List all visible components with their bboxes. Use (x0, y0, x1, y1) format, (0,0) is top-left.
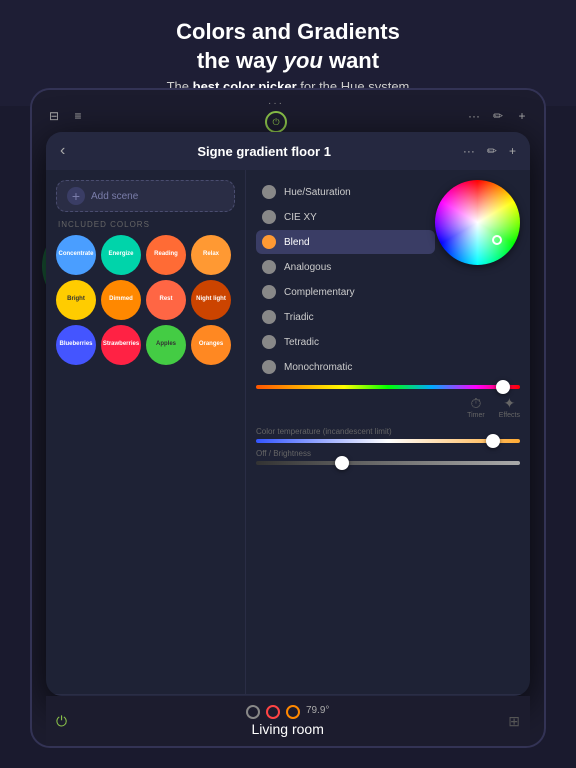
modal-header: ‹ Signe gradient floor 1 ··· ✏ + (46, 132, 530, 170)
brightness-label: Off / Brightness (256, 449, 520, 458)
color-temp-slider[interactable] (256, 439, 520, 443)
room-name[interactable]: Living room (251, 721, 323, 737)
bottom-center: 79.9° Living room (246, 705, 329, 737)
title-you: you (284, 48, 323, 73)
included-colors-label: INCLUDED COLORS (58, 220, 235, 229)
device-frame: ⊟ ≡ ··· ⏻ ··· ✏ + 💡 Hue Iris 1 🕯 Hue col… (30, 88, 546, 748)
mode-dot-analogous (262, 260, 276, 274)
title-colors: Colors (176, 19, 246, 44)
swatch-strawberries[interactable]: Strawberries (101, 325, 141, 365)
timer-tab[interactable]: ⏱ Timer (467, 395, 485, 419)
topbar-more-icon[interactable]: ··· (466, 108, 482, 124)
modal-add-icon[interactable]: + (509, 144, 516, 158)
swatch-blueberries[interactable]: Blueberries (56, 325, 96, 365)
swatch-energize[interactable]: Energize (101, 235, 141, 275)
power-button-top[interactable]: ⏻ (265, 111, 287, 133)
swatch-rest[interactable]: Rest (146, 280, 186, 320)
swatch-reading[interactable]: Reading (146, 235, 186, 275)
swatch-nightlight[interactable]: Night light (191, 280, 231, 320)
brightness-slider[interactable] (256, 461, 520, 465)
brightness-thumb[interactable] (335, 456, 349, 470)
right-panel: Hue/Saturation CIE XY Blend Analogo (246, 170, 530, 694)
title-want: want (323, 48, 379, 73)
mode-dot-blend (262, 235, 276, 249)
topbar-right: ··· ✏ + (466, 108, 530, 124)
device-bottom-bar: ⏻ 79.9° Living room ⊞ (46, 696, 530, 746)
color-gradient-thumb[interactable] (496, 380, 510, 394)
modal-edit-icon[interactable]: ✏ (487, 144, 497, 158)
modal-title: Signe gradient floor 1 (197, 144, 331, 159)
scene-modal: ‹ Signe gradient floor 1 ··· ✏ + + Add s… (46, 132, 530, 696)
mode-label-mono: Monochromatic (284, 362, 352, 373)
mode-dot-mono (262, 360, 276, 374)
modal-body: + Add scene INCLUDED COLORS Concentrate … (46, 170, 530, 694)
bottom-power-icon[interactable]: ⏻ (56, 713, 67, 730)
mode-blend[interactable]: Blend (256, 230, 435, 254)
topbar-center: ··· ⏻ (265, 98, 287, 133)
mode-dot-cie (262, 210, 276, 224)
room-circle-1 (246, 705, 260, 719)
swatch-relax[interactable]: Relax (191, 235, 231, 275)
swatch-bright[interactable]: Bright (56, 280, 96, 320)
mode-label-tetradic: Tetradic (284, 337, 319, 348)
mode-triadic[interactable]: Triadic (256, 305, 435, 329)
mode-monochromatic[interactable]: Monochromatic (256, 355, 435, 379)
color-temp-thumb[interactable] (486, 434, 500, 448)
effects-tab[interactable]: ✦ Effects (499, 395, 520, 419)
mode-label-analogous: Analogous (284, 262, 331, 273)
title-gradients: Gradients (297, 19, 400, 44)
left-panel: + Add scene INCLUDED COLORS Concentrate … (46, 170, 246, 694)
mode-analogous[interactable]: Analogous (256, 255, 435, 279)
grid-icon[interactable]: ⊞ (508, 713, 520, 729)
modal-actions: ··· ✏ + (463, 144, 516, 158)
color-gradient-slider[interactable] (256, 385, 520, 389)
temp-badge: 79.9° (306, 705, 329, 719)
title-and: and (246, 19, 297, 44)
mode-hue-sat[interactable]: Hue/Saturation (256, 180, 435, 204)
mode-label-cie: CIE XY (284, 212, 317, 223)
mode-complementary[interactable]: Complementary (256, 280, 435, 304)
mode-dot-triadic (262, 310, 276, 324)
topbar-add-icon[interactable]: + (514, 108, 530, 124)
room-circle-3 (286, 705, 300, 719)
room-circle-2 (266, 705, 280, 719)
menu-icon[interactable]: ≡ (70, 108, 86, 124)
header-title: Colors and Gradients the way you want (20, 18, 556, 75)
swatch-apples[interactable]: Apples (146, 325, 186, 365)
sidebar-icon[interactable]: ⊟ (46, 108, 62, 124)
title-way: the way (197, 48, 284, 73)
mode-dot-hue (262, 185, 276, 199)
bottom-left-icons: ⏻ (56, 713, 67, 730)
color-wheel[interactable] (435, 180, 520, 265)
mode-label-comp: Complementary (284, 287, 355, 298)
room-circles: 79.9° (246, 705, 329, 719)
add-scene-label: Add scene (91, 191, 138, 202)
mode-label-triadic: Triadic (284, 312, 314, 323)
modal-more-icon[interactable]: ··· (463, 144, 475, 158)
swatch-concentrate[interactable]: Concentrate (56, 235, 96, 275)
mode-dot-comp (262, 285, 276, 299)
swatch-dimmed[interactable]: Dimmed (101, 280, 141, 320)
color-temp-label: Color temperature (incandescent limit) (256, 427, 520, 436)
add-plus-icon: + (67, 187, 85, 205)
modal-back-button[interactable]: ‹ (60, 142, 65, 160)
color-wheel-container[interactable] (435, 180, 520, 265)
add-scene-button[interactable]: + Add scene (56, 180, 235, 212)
mode-label-hue: Hue/Saturation (284, 187, 351, 198)
slider-section: ⏱ Timer ✦ Effects Color temperature (inc… (256, 385, 520, 465)
mode-label-blend: Blend (284, 237, 310, 248)
mode-tetradic[interactable]: Tetradic (256, 330, 435, 354)
topbar-left: ⊟ ≡ (46, 108, 86, 124)
color-swatches: Concentrate Energize Reading Relax Brigh… (56, 235, 235, 365)
topbar-dots: ··· (268, 98, 284, 109)
mode-dot-tetradic (262, 335, 276, 349)
mode-cie[interactable]: CIE XY (256, 205, 435, 229)
topbar-edit-icon[interactable]: ✏ (490, 108, 506, 124)
bottom-right-icons: ⊞ (508, 713, 520, 730)
wheel-selector[interactable] (492, 235, 502, 245)
mode-list: Hue/Saturation CIE XY Blend Analogo (256, 180, 435, 379)
swatch-oranges[interactable]: Oranges (191, 325, 231, 365)
